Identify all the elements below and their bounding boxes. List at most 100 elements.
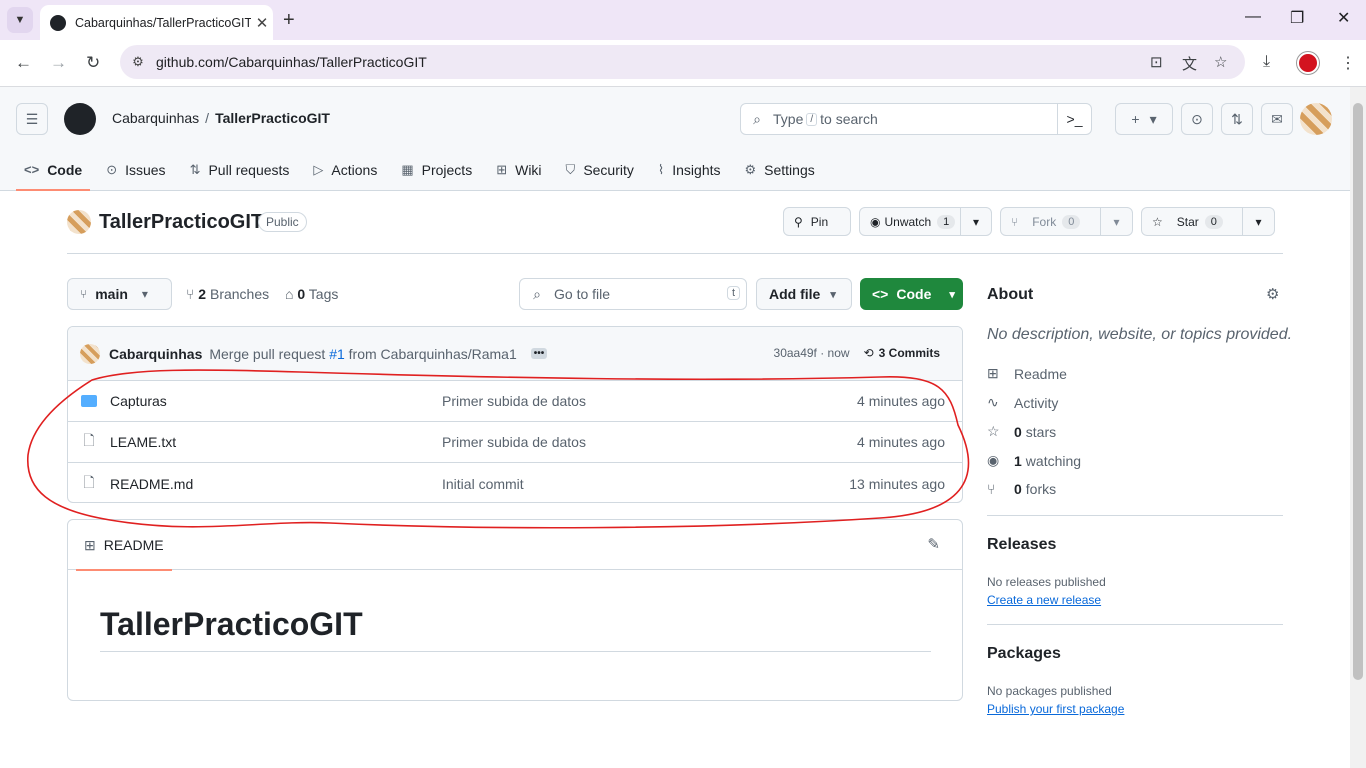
unwatch-label: Unwatch: [884, 214, 932, 229]
pr-link[interactable]: #1: [329, 346, 345, 362]
gear-icon[interactable]: ⚙: [1266, 285, 1279, 303]
search-prefix: Type: [773, 111, 804, 127]
commit-author[interactable]: Cabarquinhas: [109, 346, 202, 362]
search-input[interactable]: ⌕ Type / to search >_: [740, 103, 1092, 135]
profile-avatar[interactable]: [1297, 52, 1319, 74]
restore-icon[interactable]: ❐: [1290, 8, 1304, 28]
file-name[interactable]: README.md: [110, 476, 442, 492]
github-favicon-icon: [50, 14, 66, 31]
create-new-button[interactable]: + ▾: [1115, 103, 1173, 135]
back-icon[interactable]: ←: [15, 53, 32, 73]
command-palette-icon[interactable]: >_: [1057, 104, 1091, 134]
translate-icon[interactable]: 文: [1182, 53, 1197, 74]
add-file-button[interactable]: Add file ▾: [756, 278, 852, 310]
shield-icon: ⛉: [565, 161, 576, 177]
tab-code[interactable]: <> Code: [16, 148, 91, 191]
install-app-icon[interactable]: ⊡: [1150, 53, 1163, 71]
play-icon: ▷: [313, 161, 324, 177]
tab-label: Insights: [672, 161, 721, 178]
table-row[interactable]: Capturas Primer subida de datos 4 minute…: [68, 381, 962, 422]
commits-link[interactable]: ⟲ 3 Commits: [864, 346, 940, 360]
chevron-down-icon[interactable]: ▾: [1242, 208, 1274, 235]
site-info-icon[interactable]: ⚙: [120, 54, 156, 70]
divider: [987, 515, 1283, 516]
branch-selector[interactable]: ⑂ main ▾: [67, 278, 172, 310]
packages-heading[interactable]: Packages: [987, 645, 1061, 663]
readme-panel: ⊞ README ✎ TallerPracticoGIT: [67, 519, 963, 701]
pin-button[interactable]: ⚲ Pin: [783, 207, 851, 236]
close-window-icon[interactable]: ✕: [1337, 8, 1350, 28]
tab-search-chevron-icon[interactable]: ▼: [7, 7, 33, 33]
file-name[interactable]: LEAME.txt: [110, 434, 442, 450]
new-tab-icon[interactable]: +: [283, 9, 295, 32]
readme-link[interactable]: ⊞ Readme: [987, 365, 1067, 382]
repo-link[interactable]: TallerPracticoGIT: [215, 110, 330, 126]
address-bar[interactable]: ⚙ github.com/Cabarquinhas/TallerPractico…: [120, 45, 1245, 79]
commit-msg-prefix: Merge pull request: [209, 345, 326, 362]
go-to-file-placeholder: Go to file: [554, 286, 611, 302]
file-name[interactable]: Capturas: [110, 393, 442, 409]
table-row[interactable]: 🗋 README.md Initial commit 13 minutes ag…: [68, 463, 962, 502]
tab-issues[interactable]: ⊙ Issues: [98, 148, 173, 191]
go-to-file-input[interactable]: ⌕ Go to file t: [519, 278, 747, 310]
branches-link[interactable]: ⑂ 2 Branches: [186, 286, 269, 302]
tab-projects[interactable]: ▦ Projects: [393, 148, 480, 191]
github-header: ☰ Cabarquinhas / TallerPracticoGIT ⌕ Type …: [0, 87, 1350, 191]
releases-heading[interactable]: Releases: [987, 536, 1056, 554]
commit-message[interactable]: Merge pull request #1 from Cabarquinhas/…: [209, 346, 516, 362]
star-button[interactable]: ☆ Star 0 ▾: [1141, 207, 1275, 236]
tab-settings[interactable]: ⚙ Settings: [737, 148, 823, 191]
commit-author-avatar[interactable]: [80, 343, 100, 364]
watching-link[interactable]: ◉ 1 watching: [987, 452, 1081, 469]
tab-security[interactable]: ⛉ Security: [558, 148, 642, 191]
fork-button[interactable]: ⑂ Fork 0 ▾: [1000, 207, 1133, 236]
tags-label: Tags: [308, 286, 339, 302]
user-avatar[interactable]: [1300, 103, 1332, 135]
publish-package-link[interactable]: Publish your first package: [987, 702, 1124, 716]
book-icon: ⊞: [496, 161, 508, 177]
hamburger-menu-icon[interactable]: ☰: [16, 103, 48, 135]
minimize-icon[interactable]: —: [1245, 8, 1261, 26]
stars-link[interactable]: ☆ 0 stars: [987, 423, 1056, 440]
owner-link[interactable]: Cabarquinhas: [112, 110, 199, 126]
forward-icon[interactable]: →: [50, 53, 67, 73]
download-icon[interactable]: ⤓: [1263, 53, 1270, 71]
tab-pull-requests[interactable]: ⇅ Pull requests: [182, 148, 298, 191]
unwatch-button[interactable]: ◉ Unwatch 1 ▾: [859, 207, 992, 236]
expand-commit-button[interactable]: •••: [530, 348, 548, 359]
browser-tab[interactable]: Cabarquinhas/TallerPracticoGIT ✕: [40, 5, 273, 40]
tab-actions[interactable]: ▷ Actions: [305, 148, 385, 191]
browser-menu-icon[interactable]: ⋮: [1340, 53, 1356, 73]
activity-link[interactable]: ∿ Activity: [987, 394, 1058, 411]
search-suffix: to search: [820, 111, 878, 127]
breadcrumb-separator: /: [205, 110, 210, 126]
table-row[interactable]: 🗋 LEAME.txt Primer subida de datos 4 min…: [68, 422, 962, 463]
chevron-down-icon[interactable]: ▾: [960, 208, 991, 235]
table-icon: ▦: [401, 161, 414, 177]
book-icon: ⊞: [987, 365, 999, 381]
url-text: github.com/Cabarquinhas/TallerPracticoGI…: [156, 54, 427, 70]
pull-requests-icon[interactable]: ⇅: [1221, 103, 1253, 135]
file-age: 4 minutes ago: [857, 393, 945, 409]
scrollbar-thumb[interactable]: [1353, 103, 1363, 680]
github-logo-icon[interactable]: [64, 103, 96, 135]
chevron-down-icon[interactable]: ▾: [1100, 208, 1132, 235]
issues-icon[interactable]: ⊙: [1181, 103, 1213, 135]
tab-wiki[interactable]: ⊞ Wiki: [488, 148, 549, 191]
forks-link[interactable]: ⑂ 0 forks: [987, 481, 1056, 497]
code-button[interactable]: <> Code ▾: [860, 278, 963, 310]
inbox-icon[interactable]: ✉: [1261, 103, 1293, 135]
breadcrumb: Cabarquinhas / TallerPracticoGIT: [112, 110, 330, 126]
repo-owner-avatar[interactable]: [67, 210, 91, 234]
readme-tab[interactable]: ⊞ README: [76, 520, 172, 571]
repo-title[interactable]: TallerPracticoGIT: [99, 211, 263, 234]
close-tab-icon[interactable]: ✕: [251, 14, 273, 32]
tab-insights[interactable]: ⌇ Insights: [650, 148, 729, 191]
reload-icon[interactable]: ↻: [86, 53, 100, 73]
tags-link[interactable]: ⌂ 0 Tags: [285, 286, 338, 302]
bookmark-star-icon[interactable]: ☆: [1214, 53, 1227, 71]
commit-sha-time[interactable]: 30aa49f · now: [774, 346, 850, 360]
search-shortcut-key: /: [806, 112, 818, 126]
pencil-icon[interactable]: ✎: [927, 535, 940, 553]
create-release-link[interactable]: Create a new release: [987, 593, 1101, 607]
